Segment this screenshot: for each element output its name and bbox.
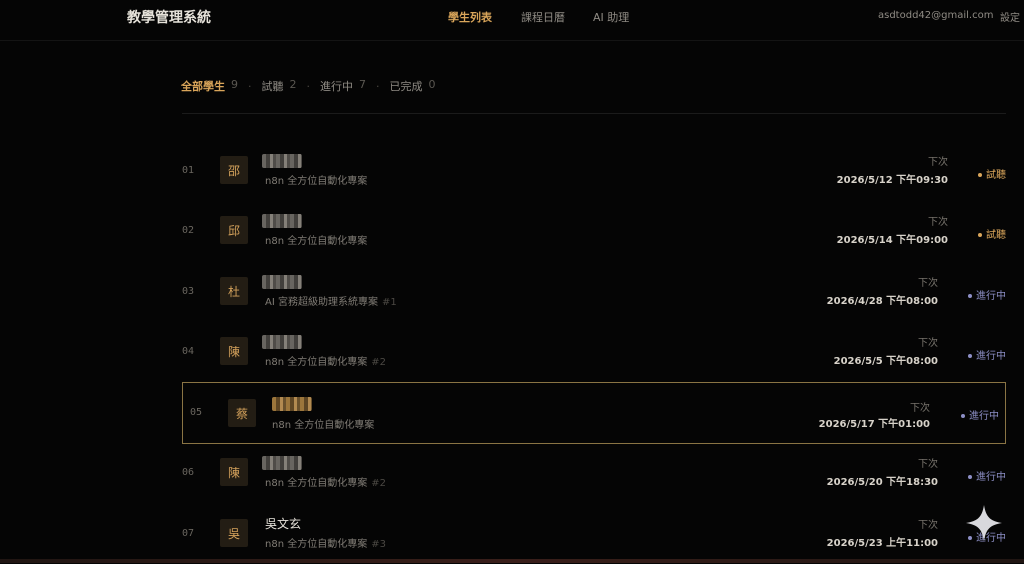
row-index: 03 — [182, 286, 195, 297]
student-name-redacted — [262, 335, 302, 349]
student-name-redacted — [262, 275, 302, 289]
filter-label: 已完成 — [389, 80, 423, 93]
filter-divider — [182, 113, 1006, 114]
course-name: AI 宮務超級助理系統專案 #1 — [265, 297, 397, 308]
course-name: n8n 全方位自動化專案 #3 — [265, 539, 386, 550]
avatar: 陳 — [220, 337, 248, 365]
next-session-label: 下次 — [928, 217, 948, 228]
nav-course-calendar[interactable]: 課程日曆 — [521, 9, 565, 25]
nav-ai-assistant[interactable]: AI 助理 — [593, 9, 629, 25]
student-name-redacted — [272, 397, 312, 411]
status-badge: 進行中 — [968, 287, 1006, 302]
filter-trial[interactable]: 試聽 2 — [262, 78, 297, 94]
next-session-time: 2026/5/20 下午18:30 — [826, 477, 938, 488]
filter-label: 進行中 — [320, 80, 353, 93]
next-session-label: 下次 — [918, 520, 938, 531]
next-session-time: 2026/5/12 下午09:30 — [836, 175, 948, 186]
student-row[interactable]: 03 杜 AI 宮務超級助理系統專案 #1 下次 2026/4/28 下午08:0… — [182, 262, 1006, 322]
status-badge: 進行中 — [968, 347, 1006, 362]
course-name: n8n 全方位自動化專案 #2 — [265, 478, 386, 489]
student-name-redacted — [262, 456, 302, 470]
avatar: 邵 — [220, 156, 248, 184]
next-session-label: 下次 — [918, 459, 938, 470]
row-index: 07 — [182, 528, 195, 539]
status-badge: 試聽 — [978, 226, 1006, 241]
next-session-time: 2026/5/5 下午08:00 — [833, 356, 938, 367]
student-row[interactable]: 06 陳 n8n 全方位自動化專案 #2 下次 2026/5/20 下午18:30… — [182, 443, 1006, 503]
next-session-label: 下次 — [928, 157, 948, 168]
course-name: n8n 全方位自動化專案 — [265, 236, 368, 247]
next-session-label: 下次 — [918, 278, 938, 289]
student-row[interactable]: 02 邱 n8n 全方位自動化專案 下次 2026/5/14 下午09:00 試… — [182, 201, 1006, 261]
separator-dot: · — [306, 79, 311, 93]
separator-dot: · — [248, 79, 252, 93]
course-name: n8n 全方位自動化專案 — [265, 176, 368, 187]
student-row[interactable]: 07 吳 吳文玄 n8n 全方位自動化專案 #3 下次 2026/5/23 上午1… — [182, 504, 1006, 564]
top-bar: 教學管理系統 學生列表 課程日曆 AI 助理 asdtodd42@gmail.c… — [0, 0, 1024, 41]
student-name: 吳文玄 — [265, 517, 302, 531]
student-name-redacted — [262, 154, 302, 168]
avatar: 吳 — [220, 519, 248, 547]
user-email: asdtodd42@gmail.com — [878, 10, 994, 21]
filter-tabs: 全部學生 9 · 試聽 2 · 進行中 7 · 已完成 0 — [181, 78, 436, 94]
avatar: 陳 — [220, 458, 248, 486]
settings-link[interactable]: 設定 — [1000, 9, 1020, 24]
row-index: 01 — [182, 165, 195, 176]
avatar: 杜 — [220, 277, 248, 305]
next-session-label: 下次 — [910, 403, 930, 414]
status-badge: 進行中 — [968, 468, 1006, 483]
filter-completed[interactable]: 已完成 0 — [390, 78, 436, 94]
filter-label: 全部學生 — [181, 80, 225, 93]
filter-count: 7 — [359, 78, 366, 91]
sparkle-icon[interactable] — [964, 503, 1004, 543]
avatar: 邱 — [220, 216, 248, 244]
student-row-selected[interactable]: 05 蔡 n8n 全方位自動化專案 下次 2026/5/17 下午01:00 進… — [182, 382, 1006, 444]
nav-student-list[interactable]: 學生列表 — [448, 9, 492, 25]
student-row[interactable]: 04 陳 n8n 全方位自動化專案 #2 下次 2026/5/5 下午08:00 … — [182, 322, 1006, 382]
brand-title: 教學管理系統 — [127, 10, 211, 26]
row-index: 06 — [182, 467, 195, 478]
row-index: 04 — [182, 346, 195, 357]
student-row[interactable]: 01 邵 n8n 全方位自動化專案 下次 2026/5/12 下午09:30 試… — [182, 141, 1006, 201]
status-badge: 試聽 — [978, 166, 1006, 181]
course-name: n8n 全方位自動化專案 #2 — [265, 357, 386, 368]
filter-all[interactable]: 全部學生 9 — [181, 78, 238, 94]
course-name: n8n 全方位自動化專案 — [272, 420, 375, 431]
next-session-label: 下次 — [918, 338, 938, 349]
row-index: 05 — [190, 407, 203, 418]
bottom-edge — [0, 559, 1024, 563]
next-session-time: 2026/5/17 下午01:00 — [818, 419, 930, 430]
filter-count: 0 — [428, 78, 436, 91]
row-index: 02 — [182, 225, 195, 236]
status-badge: 進行中 — [961, 407, 999, 422]
next-session-time: 2026/5/23 上午11:00 — [826, 538, 938, 549]
next-session-time: 2026/5/14 下午09:00 — [836, 235, 948, 246]
filter-count: 9 — [231, 78, 238, 91]
separator-dot: · — [376, 79, 380, 93]
filter-in-progress[interactable]: 進行中 7 — [320, 78, 366, 94]
next-session-time: 2026/4/28 下午08:00 — [826, 296, 938, 307]
avatar: 蔡 — [228, 399, 256, 427]
student-name-redacted — [262, 214, 302, 228]
filter-label: 試聽 — [261, 80, 284, 93]
filter-count: 2 — [289, 78, 297, 91]
